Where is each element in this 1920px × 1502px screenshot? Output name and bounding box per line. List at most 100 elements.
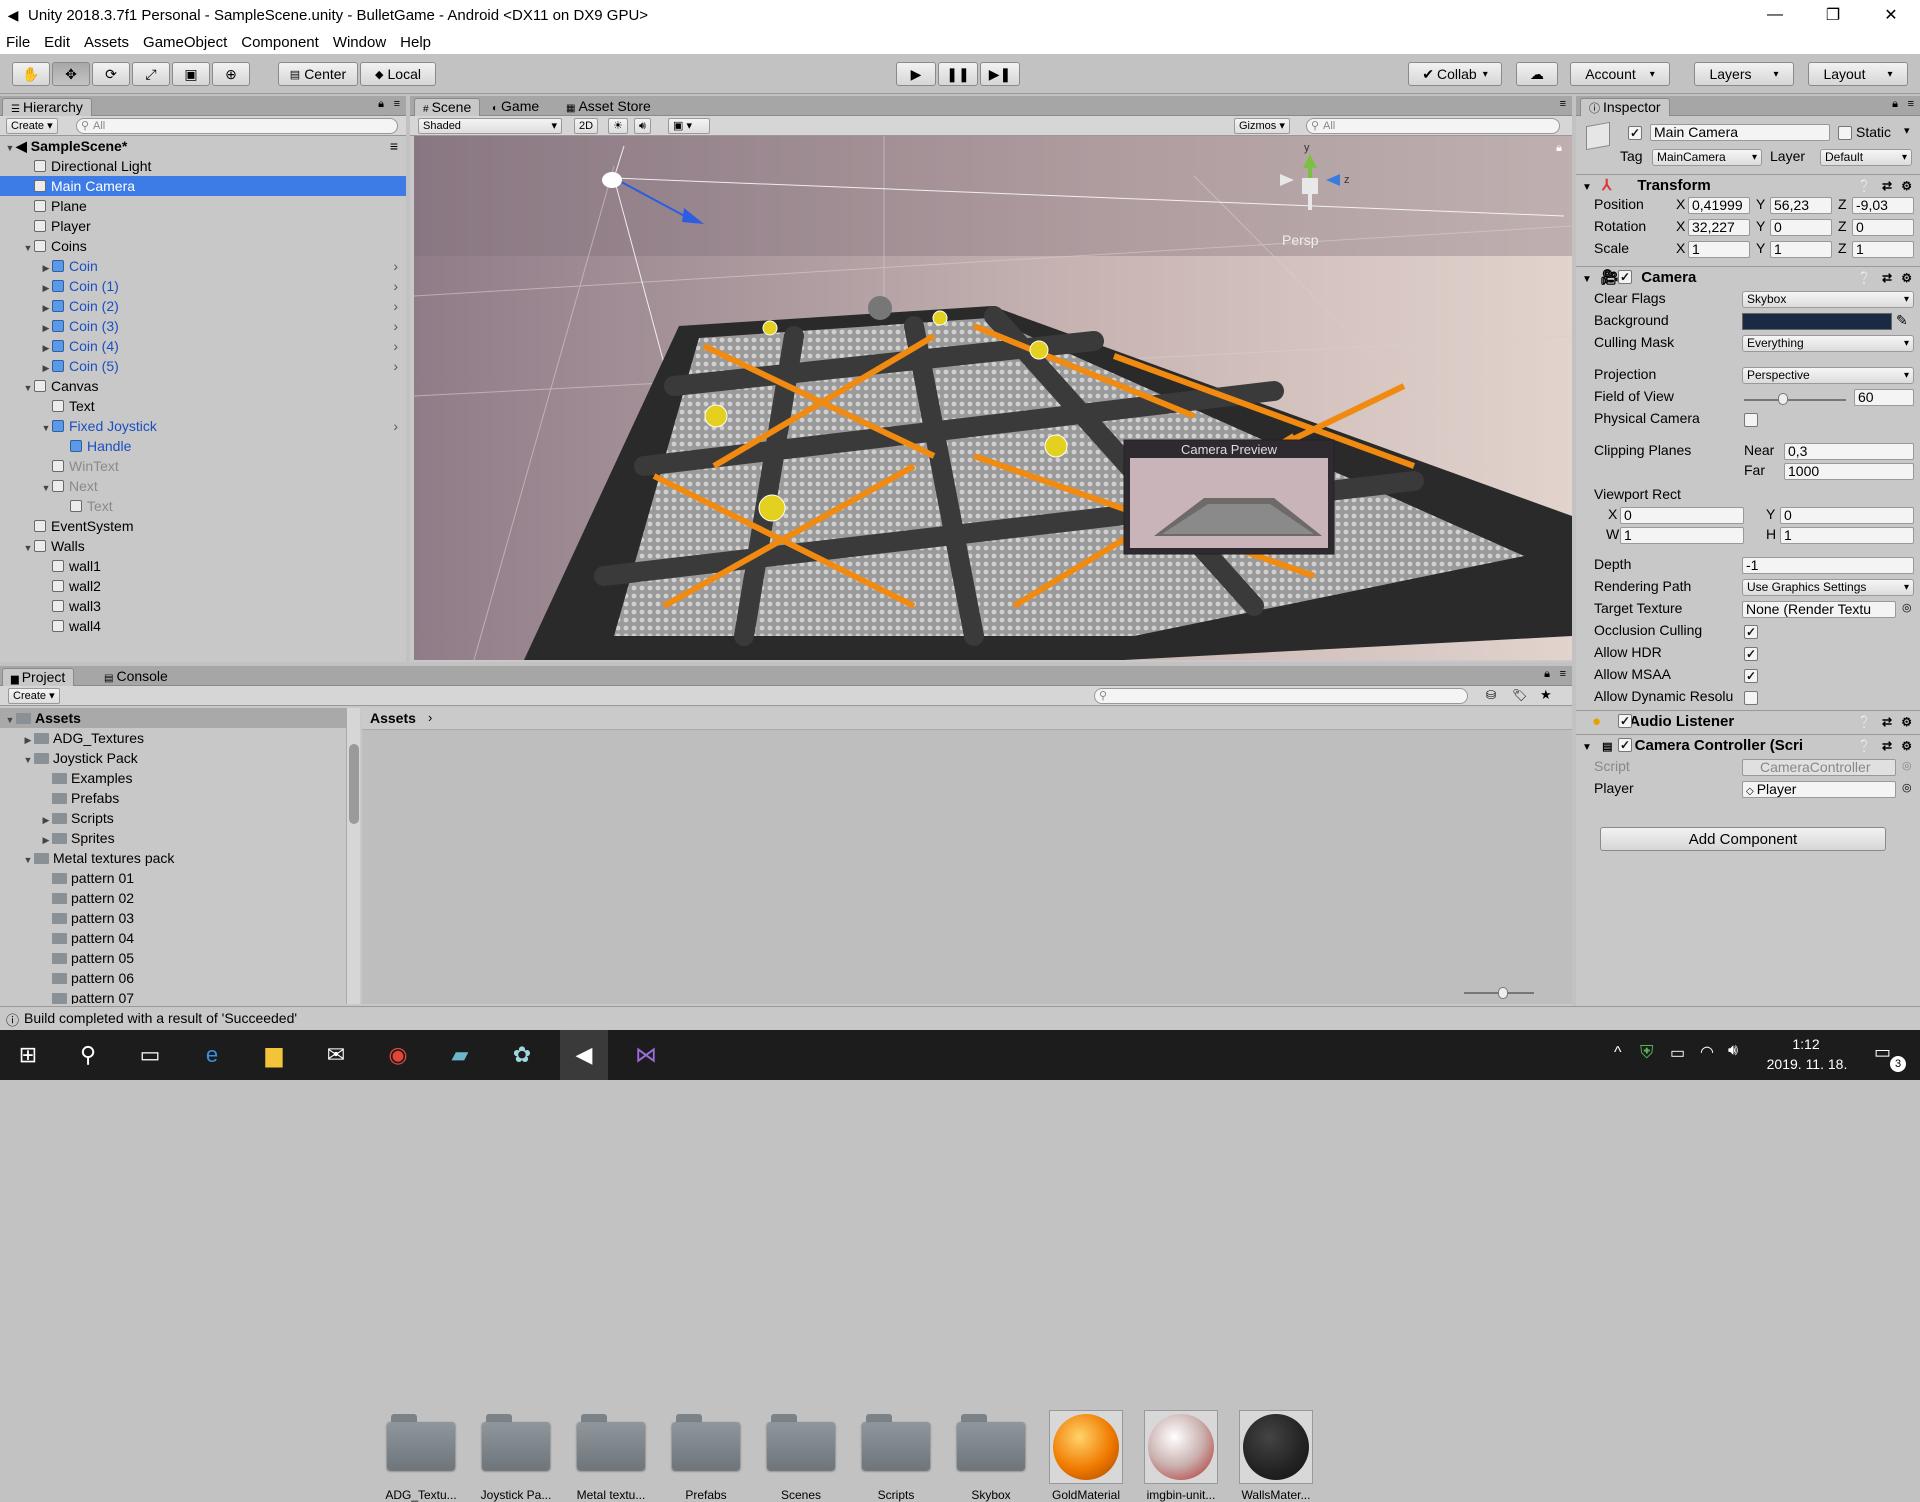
scene-viewport[interactable]: Persp y z Camera Preview 🔒︎ — [414, 136, 1572, 660]
hierarchy-row[interactable]: wall4 — [0, 616, 406, 636]
restore-icon[interactable]: ❐ — [1804, 0, 1862, 30]
help-icon[interactable]: ❔ — [1857, 267, 1872, 289]
audio-toggle-icon[interactable]: 🔊︎ — [634, 118, 651, 134]
collab-button[interactable]: ✔ Collab ▾ — [1408, 62, 1502, 86]
rect-tool-icon[interactable]: ▣ — [172, 62, 210, 86]
static-checkbox[interactable] — [1838, 126, 1852, 140]
zoom-slider-thumb[interactable] — [1498, 987, 1508, 999]
hierarchy-row[interactable]: Handle — [0, 436, 406, 456]
fold-arrow-icon[interactable]: ▼ — [1582, 742, 1592, 753]
preset-icon[interactable]: ⇄ — [1882, 175, 1892, 197]
preset-icon[interactable]: ⇄ — [1882, 711, 1892, 733]
object-picker-icon[interactable]: ◎ — [1902, 601, 1912, 614]
prefab-open-chevron-icon[interactable]: › — [393, 296, 398, 316]
expand-arrow-icon[interactable]: ▶ — [40, 298, 52, 318]
asset-item[interactable]: Metal textu... — [568, 1410, 654, 1502]
hierarchy-row[interactable]: Text — [0, 396, 406, 416]
tab-inspector[interactable]: ⓘ Inspector — [1580, 98, 1670, 116]
windows-start-icon[interactable]: ⊞ — [4, 1030, 52, 1080]
hierarchy-row[interactable]: Main Camera — [0, 176, 406, 196]
gear-icon[interactable]: ⚙ — [1901, 267, 1912, 289]
occlusion-culling-checkbox[interactable]: ✓ — [1744, 625, 1758, 639]
tab-asset-store[interactable]: ▦ Asset Store — [558, 98, 659, 116]
project-tree-item[interactable]: Prefabs — [0, 788, 346, 808]
gear-icon[interactable]: ⚙ — [1901, 711, 1912, 733]
expand-arrow-icon[interactable]: ▼ — [22, 238, 34, 258]
allow-msaa-checkbox[interactable]: ✓ — [1744, 669, 1758, 683]
project-tree-item[interactable]: ▼ Metal textures pack — [0, 848, 346, 868]
add-component-button[interactable]: Add Component — [1600, 827, 1886, 851]
object-name-field[interactable]: Main Camera — [1650, 124, 1830, 141]
help-icon[interactable]: ❔ — [1857, 711, 1872, 733]
task-view-icon[interactable]: ▭ — [126, 1030, 174, 1080]
camera-enabled-checkbox[interactable]: ✓ — [1618, 270, 1632, 284]
expand-arrow-icon[interactable]: ▼ — [22, 750, 34, 770]
hierarchy-row[interactable]: ▼ Walls — [0, 536, 406, 556]
expand-arrow-icon[interactable]: ▼ — [22, 538, 34, 558]
asset-item[interactable]: Scenes — [758, 1410, 844, 1502]
object-picker-icon[interactable]: ◎ — [1902, 759, 1912, 772]
pivot-local-button[interactable]: ◆ Local — [360, 62, 436, 86]
transform-header[interactable]: ▼ ⅄ Transform ❔ ⇄ ⚙ — [1576, 174, 1920, 196]
tab-scene[interactable]: # Scene — [414, 98, 481, 116]
filter-type-icon[interactable]: ⛁ — [1486, 688, 1496, 702]
hierarchy-row[interactable]: wall1 — [0, 556, 406, 576]
project-tree-item[interactable]: pattern 02 — [0, 888, 346, 908]
fov-slider-thumb[interactable] — [1777, 393, 1788, 405]
menu-file[interactable]: File — [6, 34, 30, 51]
hierarchy-row[interactable]: wall3 — [0, 596, 406, 616]
preset-icon[interactable]: ⇄ — [1882, 267, 1892, 289]
hand-tool-icon[interactable]: ✋ — [12, 62, 50, 86]
hierarchy-search-input[interactable]: ⚲ All — [76, 118, 398, 134]
scene-search-input[interactable]: ⚲ All — [1306, 118, 1560, 134]
expand-arrow-icon[interactable]: ▼ — [40, 418, 52, 438]
asset-item[interactable]: Skybox — [948, 1410, 1034, 1502]
notification-center-icon[interactable]: ▭ — [1874, 1042, 1891, 1063]
expand-arrow-icon[interactable]: ▶ — [40, 830, 52, 850]
clear-flags-dropdown[interactable]: Skybox — [1742, 291, 1914, 308]
unity-taskbar-icon[interactable]: ◀ — [560, 1030, 608, 1080]
tree-scrollbar[interactable] — [346, 708, 360, 1004]
viewport-w-field[interactable]: 1 — [1620, 527, 1744, 544]
panel-menu-icon[interactable]: ≡ — [1908, 98, 1914, 110]
lock-icon[interactable]: 🔒︎ — [1892, 98, 1898, 111]
prefab-open-chevron-icon[interactable]: › — [393, 356, 398, 376]
eyedropper-icon[interactable]: ✎ — [1896, 312, 1908, 329]
tab-game[interactable]: ◐ Game — [484, 98, 547, 116]
allow-hdr-checkbox[interactable]: ✓ — [1744, 647, 1758, 661]
account-dropdown[interactable]: Account ▾ — [1570, 62, 1670, 86]
project-tree-item[interactable]: ▶ Sprites — [0, 828, 346, 848]
expand-arrow-icon[interactable]: ▼ — [22, 850, 34, 870]
viewport-y-field[interactable]: 0 — [1780, 507, 1914, 524]
tab-project[interactable]: ▆ Project — [2, 668, 75, 686]
hierarchy-row[interactable]: wall2 — [0, 576, 406, 596]
hierarchy-row[interactable]: ▶ Coin (1) › — [0, 276, 406, 296]
project-create-button[interactable]: Create ▾ — [8, 688, 60, 704]
expand-arrow-icon[interactable]: ▶ — [40, 810, 52, 830]
position-y-field[interactable]: 56,23 — [1770, 197, 1832, 214]
hierarchy-row[interactable]: EventSystem — [0, 516, 406, 536]
expand-arrow-icon[interactable]: ▼ — [4, 138, 16, 158]
expand-arrow-icon[interactable]: ▼ — [4, 710, 16, 730]
pause-button[interactable]: ❚❚ — [938, 62, 978, 86]
camera-controller-checkbox[interactable]: ✓ — [1618, 738, 1632, 752]
hierarchy-row[interactable]: ▶ Coin (5) › — [0, 356, 406, 376]
hierarchy-row[interactable]: ▶ Coin (4) › — [0, 336, 406, 356]
scale-z-field[interactable]: 1 — [1852, 241, 1914, 258]
fov-field[interactable]: 60 — [1854, 389, 1914, 406]
rotation-x-field[interactable]: 32,227 — [1688, 219, 1750, 236]
pivot-center-button[interactable]: ▤ Center — [278, 62, 358, 86]
rotation-y-field[interactable]: 0 — [1770, 219, 1832, 236]
prefab-open-chevron-icon[interactable]: › — [393, 256, 398, 276]
expand-arrow-icon[interactable]: ▶ — [40, 258, 52, 278]
project-tree-item[interactable]: ▶ Scripts — [0, 808, 346, 828]
target-texture-field[interactable]: None (Render Textu — [1742, 601, 1896, 618]
project-tree-item[interactable]: pattern 03 — [0, 908, 346, 928]
project-tree-item[interactable]: pattern 07 — [0, 988, 346, 1004]
expand-arrow-icon[interactable]: ▼ — [40, 478, 52, 498]
app-icon[interactable]: ✿ — [498, 1030, 546, 1080]
app-icon[interactable]: ▰ — [436, 1030, 484, 1080]
status-message[interactable]: Build completed with a result of 'Succee… — [24, 1010, 297, 1026]
wifi-icon[interactable]: ◠ — [1700, 1042, 1714, 1062]
expand-arrow-icon[interactable]: ▶ — [22, 730, 34, 750]
